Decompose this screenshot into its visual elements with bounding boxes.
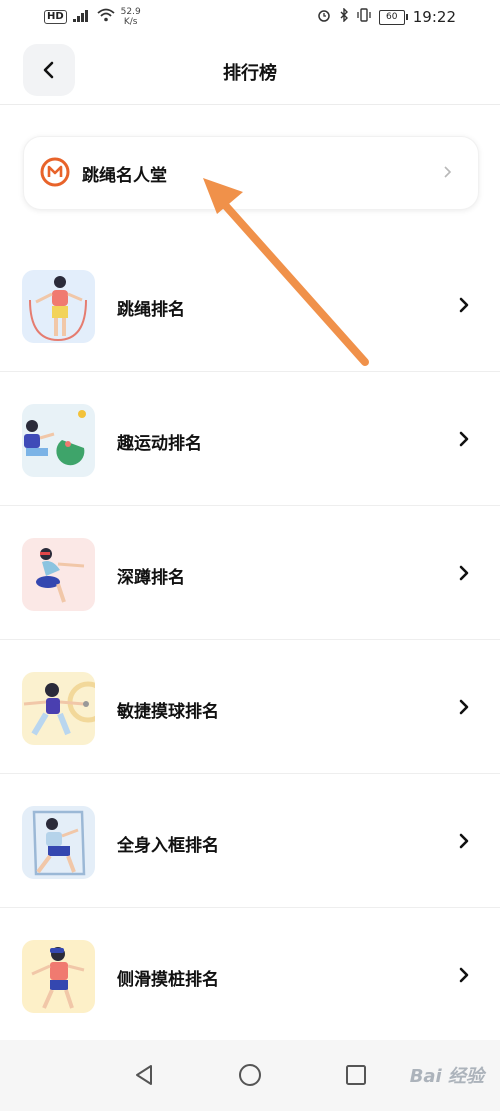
ranking-item-fun-sports[interactable]: 趣运动排名 — [0, 372, 500, 506]
chevron-right-icon — [459, 699, 469, 715]
chevron-right-icon — [459, 565, 469, 581]
status-left: HD 52.9 K/s — [44, 7, 141, 27]
system-nav-bar: Bai 经验 — [0, 1040, 500, 1111]
ranking-item-label: 深蹲排名 — [117, 568, 185, 588]
chevron-right-icon — [459, 431, 469, 447]
nav-recents-icon[interactable] — [343, 1062, 369, 1088]
vibrate-icon — [357, 8, 371, 26]
clock: 19:22 — [412, 8, 456, 26]
chevron-right-icon — [459, 297, 469, 313]
squat-illustration-icon — [22, 538, 95, 611]
ranking-item-label: 趣运动排名 — [117, 434, 202, 454]
ranking-item-jump-rope[interactable]: 跳绳排名 — [0, 238, 500, 372]
hd-badge: HD — [44, 10, 67, 24]
jump-rope-illustration-icon — [22, 270, 95, 343]
nav-back-icon[interactable] — [131, 1062, 157, 1088]
baidu-jingyan-watermark: Bai 经验 — [409, 1066, 484, 1087]
status-right: 60 19:22 — [317, 7, 456, 26]
status-bar: HD 52.9 K/s 60 19:22 — [0, 0, 500, 34]
ranking-item-label: 敏捷摸球排名 — [117, 702, 219, 722]
ranking-item-label: 全身入框排名 — [117, 836, 219, 856]
ranking-item-label: 跳绳排名 — [117, 300, 185, 320]
wifi-icon — [97, 8, 115, 26]
ranking-item-squat[interactable]: 深蹲排名 — [0, 506, 500, 640]
ranking-item-full-body-frame[interactable]: 全身入框排名 — [0, 774, 500, 908]
ranking-item-agility-ball[interactable]: 敏捷摸球排名 — [0, 640, 500, 774]
side-slide-illustration-icon — [22, 940, 95, 1013]
battery-indicator: 60 — [378, 9, 408, 25]
ranking-item-label: 侧滑摸桩排名 — [117, 970, 219, 990]
hall-of-fame-label: 跳绳名人堂 — [82, 166, 167, 186]
network-speed-value: 52.9 — [120, 7, 141, 17]
bluetooth-icon — [339, 7, 349, 26]
page-title: 排行榜 — [223, 63, 277, 84]
nav-home-icon[interactable] — [237, 1062, 263, 1088]
network-speed-unit: K/s — [123, 17, 138, 27]
hall-of-fame-logo-icon — [40, 157, 70, 187]
alarm-icon — [317, 8, 331, 26]
ranking-list: 跳绳排名 趣运动排名 深蹲排名 敏捷摸球排名 全身入框排名 侧滑摸桩排名 — [0, 238, 500, 1042]
agility-ball-illustration-icon — [22, 672, 95, 745]
chevron-right-icon — [459, 833, 469, 849]
network-speed: 52.9 K/s — [121, 7, 141, 27]
full-body-frame-illustration-icon — [22, 806, 95, 879]
app-header: 排行榜 — [0, 34, 500, 105]
hall-of-fame-card[interactable]: 跳绳名人堂 — [23, 136, 479, 210]
cell-signal-icon — [72, 8, 91, 26]
ranking-item-side-slide[interactable]: 侧滑摸桩排名 — [0, 908, 500, 1042]
fun-sports-illustration-icon — [22, 404, 95, 477]
chevron-right-icon — [459, 967, 469, 983]
chevron-right-icon — [444, 166, 452, 178]
